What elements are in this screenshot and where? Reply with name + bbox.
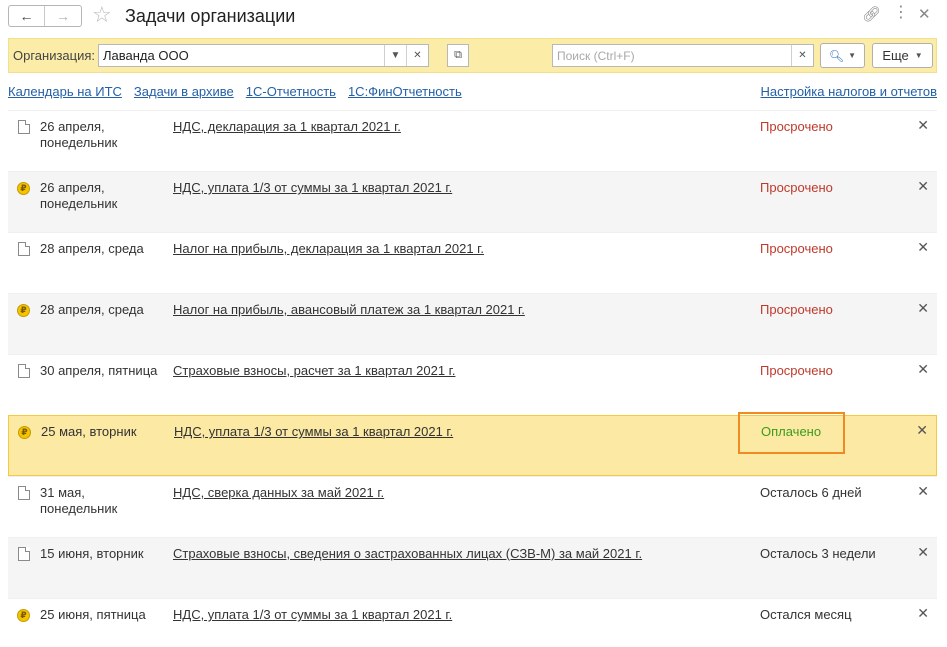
task-date-line: 28 апреля, среда [40,302,144,317]
magnifier-icon: 🔍︎ [828,48,845,63]
task-row[interactable]: ₽25 мая, вторник НДС, уплата 1/3 от суммы… [8,415,937,476]
document-icon [18,242,30,256]
more-menu-icon[interactable]: ⋮ [893,4,909,22]
task-status: Просрочено [760,119,833,134]
task-date-line: 28 апреля, среда [40,241,144,256]
clear-icon[interactable]: ✕ [406,45,428,66]
task-date: 28 апреля, среда [40,241,144,257]
document-icon [18,364,30,378]
more-button-label: Еще [882,48,909,63]
link-1c-reporting[interactable]: 1С-Отчетность [246,84,336,99]
remove-task-icon[interactable]: ✕ [917,178,929,194]
task-date: 28 апреля, среда [40,302,144,318]
task-title-link[interactable]: НДС, уплата 1/3 от суммы за 1 квартал 20… [173,180,452,196]
ruble-coin-icon: ₽ [17,609,30,622]
task-status: Осталось 6 дней [760,485,862,500]
task-title-link[interactable]: НДС, уплата 1/3 от суммы за 1 квартал 20… [174,424,453,440]
task-date-line: 30 апреля, пятница [40,363,158,378]
task-title-link[interactable]: Налог на прибыль, декларация за 1 кварта… [173,241,484,257]
task-row[interactable]: ₽25 июня, пятница НДС, уплата 1/3 от сумм… [8,598,937,647]
open-form-icon[interactable]: ⧉ [447,44,469,67]
task-row[interactable]: ₽26 апреля, понедельник НДС, уплата 1/3 от… [8,171,937,232]
task-list: 26 апреля, понедельник НДС, декларация за … [8,110,937,647]
chevron-down-icon: ▼ [848,51,857,60]
task-row[interactable]: ₽28 апреля, среда Налог на прибыль, аванс… [8,293,937,354]
remove-task-icon[interactable]: ✕ [917,117,929,133]
remove-task-icon[interactable]: ✕ [916,422,928,438]
ruble-coin-icon: ₽ [17,304,30,317]
task-date-line: 26 апреля, [40,119,105,134]
remove-task-icon[interactable]: ✕ [917,300,929,316]
organization-label: Организация: [13,48,96,63]
task-date: 26 апреля, понедельник [40,119,117,151]
task-date-line: 25 июня, пятница [40,607,146,622]
task-date: 25 июня, пятница [40,607,146,623]
task-status: Просрочено [760,241,833,256]
organization-value[interactable]: Лаванда ООО [99,45,384,66]
task-row[interactable]: 26 апреля, понедельник НДС, декларация за … [8,110,937,171]
more-button[interactable]: Еще ▼ [872,43,933,68]
favorite-star-icon[interactable]: ☆ [92,4,112,26]
ruble-coin-icon: ₽ [18,426,31,439]
link-tax-settings[interactable]: Настройка налогов и отчетов [761,84,937,99]
forward-arrow-icon[interactable]: → [45,6,81,26]
task-date-line: 31 мая, [40,485,85,500]
close-icon[interactable]: ✕ [918,6,931,24]
filter-toolbar: Организация: Лаванда ООО ▼ ✕ ⧉ ✕ 🔍︎▼ Еще… [8,38,937,73]
back-arrow-icon[interactable]: ← [9,6,45,26]
task-row[interactable]: 30 апреля, пятница Страховые взносы, расч… [8,354,937,415]
search-button[interactable]: 🔍︎ ▼ [820,43,865,68]
task-date: 30 апреля, пятница [40,363,157,379]
task-weekday-line: понедельник [40,135,118,150]
task-row[interactable]: 31 мая, понедельник НДС, сверка данных за … [8,476,937,537]
task-title-link[interactable]: НДС, декларация за 1 квартал 2021 г. [173,119,401,135]
links-bar: Календарь на ИТС Задачи в архиве 1С-Отче… [8,84,937,102]
task-date: 15 июня, вторник [40,546,144,562]
remove-task-icon[interactable]: ✕ [917,544,929,560]
task-date-line: 15 июня, вторник [40,546,144,561]
task-status: Оплачено [761,424,822,439]
link-archived-tasks[interactable]: Задачи в архиве [134,84,234,99]
dropdown-icon[interactable]: ▼ [384,45,406,66]
link-1c-fin-reporting[interactable]: 1С:ФинОтчетность [348,84,462,99]
search-input[interactable] [553,45,791,66]
remove-task-icon[interactable]: ✕ [917,361,929,377]
link-icon[interactable]: 🔗︎ [862,6,881,24]
link-its-calendar[interactable]: Календарь на ИТС [8,84,122,99]
task-date-line: 26 апреля, [40,180,105,195]
document-icon [18,486,30,500]
chevron-down-icon: ▼ [914,51,923,60]
task-status: Просрочено [760,363,833,378]
navigation-buttons: ← → [8,5,82,27]
document-icon [18,120,30,134]
task-title-link[interactable]: Налог на прибыль, авансовый платеж за 1 … [173,302,525,318]
task-title-link[interactable]: НДС, уплата 1/3 от суммы за 1 квартал 20… [173,607,452,623]
organization-field[interactable]: Лаванда ООО ▼ ✕ [98,44,429,67]
task-weekday-line: понедельник [40,196,118,211]
task-status: Просрочено [760,302,833,317]
task-status: Просрочено [760,180,833,195]
search-clear-icon[interactable]: ✕ [791,45,813,66]
task-date: 26 апреля, понедельник [40,180,117,212]
task-row[interactable]: 15 июня, вторник Страховые взносы, сведен… [8,537,937,598]
task-status: Остался месяц [760,607,852,622]
task-status: Осталось 3 недели [760,546,876,561]
task-title-link[interactable]: НДС, сверка данных за май 2021 г. [173,485,384,501]
title-bar: ← → ☆ Задачи организации 🔗︎ ⋮ ✕ [0,0,947,34]
task-date: 31 мая, понедельник [40,485,117,517]
remove-task-icon[interactable]: ✕ [917,239,929,255]
ruble-coin-icon: ₽ [17,182,30,195]
remove-task-icon[interactable]: ✕ [917,605,929,621]
remove-task-icon[interactable]: ✕ [917,483,929,499]
document-icon [18,547,30,561]
search-field[interactable]: ✕ [552,44,814,67]
task-title-link[interactable]: Страховые взносы, сведения о застрахован… [173,546,642,562]
task-date: 25 мая, вторник [41,424,137,440]
page-title: Задачи организации [125,6,296,26]
task-weekday-line: понедельник [40,501,118,516]
task-row[interactable]: 28 апреля, среда Налог на прибыль, деклар… [8,232,937,293]
task-title-link[interactable]: Страховые взносы, расчет за 1 квартал 20… [173,363,455,379]
task-date-line: 25 мая, вторник [41,424,137,439]
